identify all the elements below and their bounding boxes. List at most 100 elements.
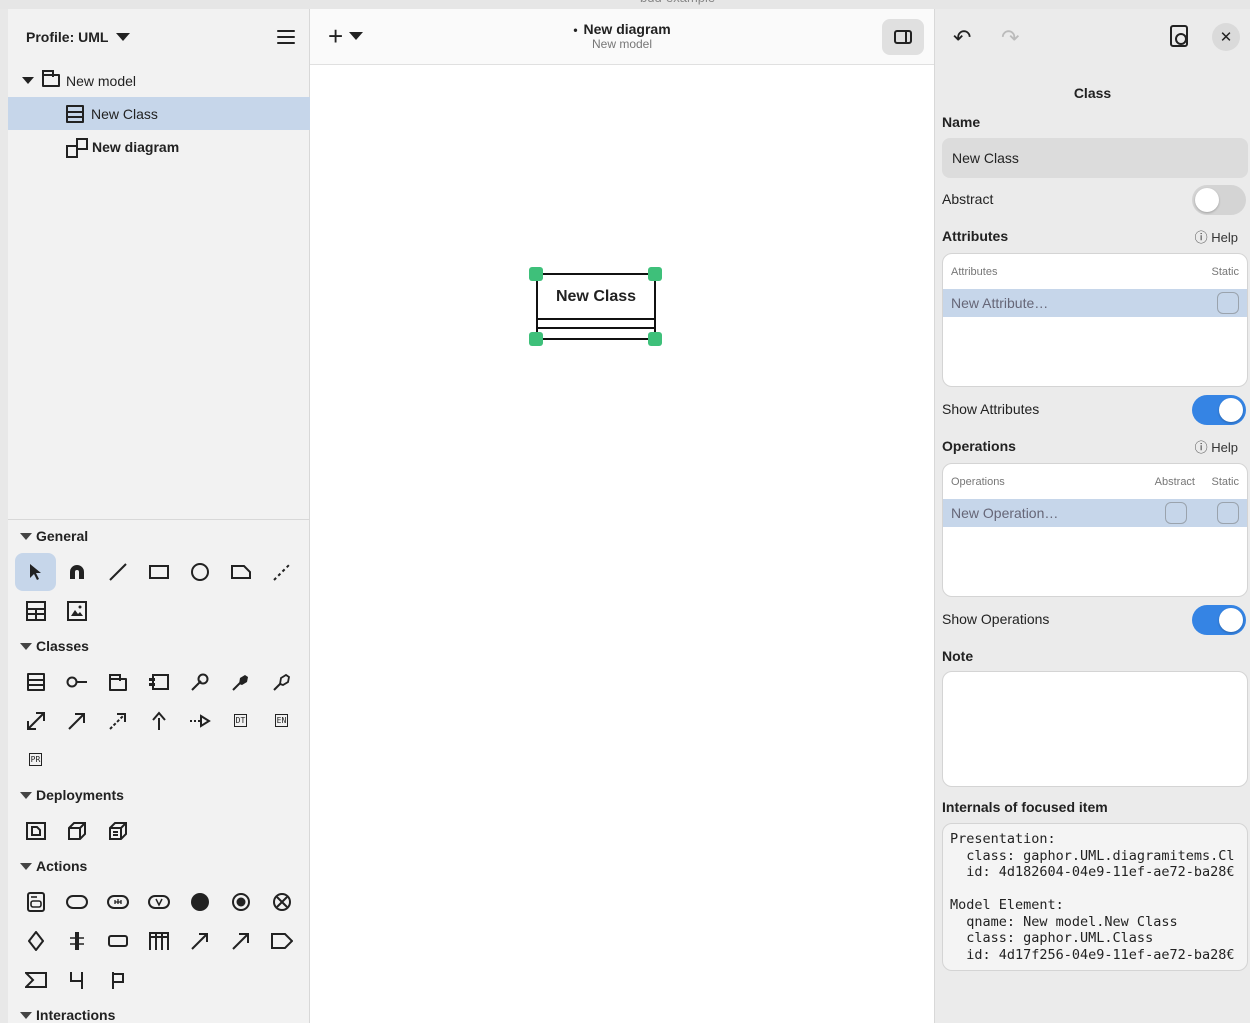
datatype-label: DT (233, 714, 248, 727)
model-tree: New model New Class New diagram (8, 64, 310, 163)
object-flow-tool-icon[interactable] (220, 922, 261, 960)
class-tool-icon[interactable] (15, 663, 56, 701)
close-button[interactable]: ✕ (1212, 23, 1240, 51)
call-behavior-tool-icon[interactable] (97, 883, 138, 921)
object-node-tool-icon[interactable] (97, 922, 138, 960)
resize-handle-se[interactable] (648, 332, 662, 346)
toolbox-section-deployments[interactable]: Deployments (8, 779, 310, 811)
input-pin-tool-icon[interactable] (56, 961, 97, 999)
decision-tool-icon[interactable] (15, 922, 56, 960)
initial-node-tool-icon[interactable] (179, 883, 220, 921)
primitive-tool-icon[interactable]: PR (15, 741, 56, 779)
enum-tool-icon[interactable]: EN (261, 702, 302, 740)
abstract-checkbox[interactable] (1165, 502, 1187, 524)
interface-tool-icon[interactable] (56, 663, 97, 701)
toolbox-section-actions[interactable]: Actions (8, 850, 310, 882)
abstract-switch[interactable] (1192, 185, 1246, 215)
tree-item-model[interactable]: New model (8, 64, 310, 97)
toggle-sidebar-button[interactable] (882, 19, 924, 55)
flow-final-tool-icon[interactable] (261, 883, 302, 921)
internals-label: Internals of focused item (942, 799, 1108, 815)
document-icon[interactable] (1170, 25, 1188, 47)
output-pin-tool-icon[interactable] (97, 961, 138, 999)
redo-button[interactable]: ↷ (1001, 25, 1019, 51)
directed-association-tool-icon[interactable] (56, 702, 97, 740)
comment-tool-icon[interactable] (220, 553, 261, 591)
resize-handle-sw[interactable] (529, 332, 543, 346)
enumeration-tool-icon[interactable] (138, 663, 179, 701)
tree-item-class[interactable]: New Class (8, 97, 310, 130)
profile-dropdown[interactable]: Profile: UML (26, 28, 131, 45)
aggregation-tool-icon[interactable] (261, 663, 302, 701)
toolbox-section-interactions[interactable]: Interactions (8, 999, 310, 1023)
ellipse-tool-icon[interactable] (179, 553, 220, 591)
app-window: Profile: UML New model New Class New dia… (8, 9, 1250, 1023)
column-header-abstract: Abstract (1154, 475, 1195, 488)
bidirectional-association-tool-icon[interactable] (15, 702, 56, 740)
resize-handle-nw[interactable] (529, 267, 543, 281)
package-tool-icon[interactable] (97, 663, 138, 701)
attributes-help-link[interactable]: ⓘ Help (1195, 227, 1238, 246)
profile-label: Profile: UML (26, 28, 109, 45)
diagram-area: + • New diagram New model New Class (310, 9, 934, 1023)
hamburger-menu-icon[interactable] (277, 29, 295, 44)
chevron-down-icon (116, 32, 131, 41)
composition-tool-icon[interactable] (220, 663, 261, 701)
package-icon (42, 70, 60, 87)
image-tool-icon[interactable] (56, 592, 97, 630)
column-header-static: Static (1211, 265, 1239, 278)
action-tool-icon[interactable] (56, 883, 97, 921)
partition-tool-icon[interactable] (138, 922, 179, 960)
fork-tool-icon[interactable] (56, 922, 97, 960)
toolbox-section-general[interactable]: General (8, 520, 310, 552)
activity-tool-icon[interactable] (15, 883, 56, 921)
generalization-tool-icon[interactable] (138, 702, 179, 740)
show-operations-switch[interactable] (1192, 605, 1246, 635)
association-tool-icon[interactable] (179, 663, 220, 701)
table-tool-icon[interactable] (15, 592, 56, 630)
control-flow-tool-icon[interactable] (179, 922, 220, 960)
send-signal-tool-icon[interactable] (261, 922, 302, 960)
undo-button[interactable]: ↶ (953, 25, 971, 51)
resize-handle-ne[interactable] (648, 267, 662, 281)
column-header-attributes: Attributes (951, 265, 998, 278)
section-label: Classes (36, 638, 89, 654)
name-field[interactable]: New Class (942, 138, 1248, 178)
new-operation-row[interactable]: New Operation… (943, 499, 1247, 527)
artifact-tool-icon[interactable] (15, 812, 56, 850)
device-tool-icon[interactable] (97, 812, 138, 850)
new-attribute-row[interactable]: New Attribute… (943, 289, 1247, 317)
activity-final-tool-icon[interactable] (220, 883, 261, 921)
diagram-canvas[interactable]: New Class (310, 65, 934, 1023)
tree-item-diagram[interactable]: New diagram (8, 130, 310, 163)
new-operation-placeholder[interactable]: New Operation… (951, 505, 1165, 521)
expander-icon[interactable] (22, 77, 34, 84)
property-header: ↶ ↷ ✕ (935, 9, 1250, 65)
note-textarea[interactable] (942, 671, 1248, 787)
line-tool-icon[interactable] (97, 553, 138, 591)
static-checkbox[interactable] (1217, 292, 1239, 314)
primitive-label: PR (28, 753, 43, 766)
attributes-table[interactable]: Attributes Static New Attribute… (942, 253, 1248, 387)
dependency-tool-icon[interactable] (97, 702, 138, 740)
node-tool-icon[interactable] (56, 812, 97, 850)
interface-realization-tool-icon[interactable] (179, 702, 220, 740)
box-tool-icon[interactable] (138, 553, 179, 591)
show-attributes-switch[interactable] (1192, 395, 1246, 425)
comment-line-tool-icon[interactable] (261, 553, 302, 591)
uml-class-element[interactable]: New Class (536, 273, 656, 340)
operations-help-link[interactable]: ⓘ Help (1195, 437, 1238, 456)
accept-event-tool-icon[interactable] (15, 961, 56, 999)
operations-table[interactable]: Operations Abstract Static New Operation… (942, 463, 1248, 597)
pointer-tool-icon[interactable] (15, 552, 56, 591)
static-checkbox[interactable] (1217, 502, 1239, 524)
toolbox-section-classes[interactable]: Classes (8, 630, 310, 662)
class-icon (66, 104, 84, 123)
left-header: Profile: UML (8, 9, 309, 64)
magnet-tool-icon[interactable] (56, 553, 97, 591)
value-specification-tool-icon[interactable] (138, 883, 179, 921)
new-attribute-placeholder[interactable]: New Attribute… (951, 295, 1187, 311)
diagram-header: + • New diagram New model (310, 9, 934, 65)
property-editor: ↶ ↷ ✕ Class Name New Class Abstract Attr… (934, 9, 1250, 1023)
datatype-tool-icon[interactable]: DT (220, 702, 261, 740)
